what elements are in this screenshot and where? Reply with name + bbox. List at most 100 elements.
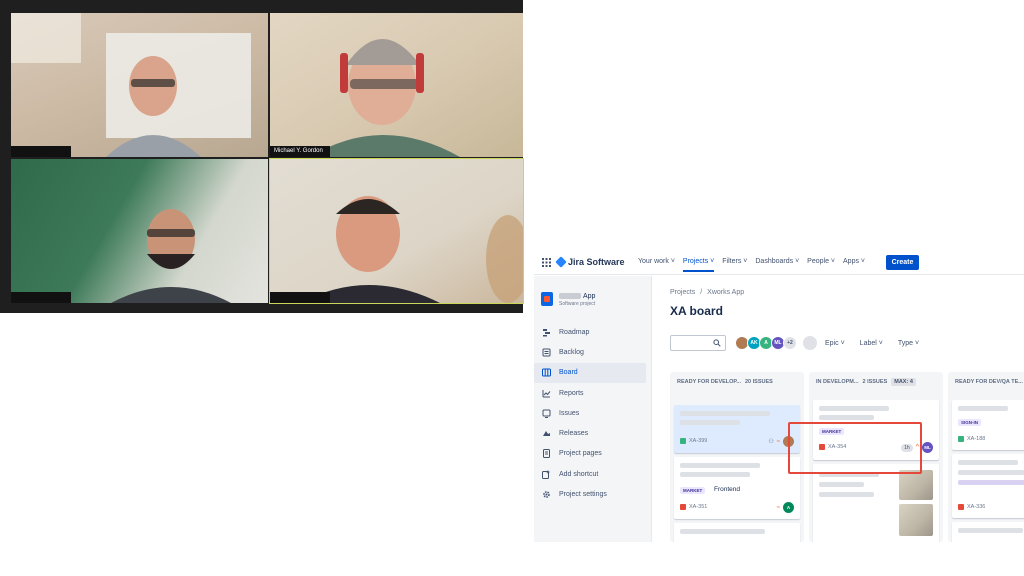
story-icon	[958, 436, 964, 442]
time-estimate-badge: 1h	[901, 443, 913, 452]
redacted-text	[958, 406, 1008, 411]
sidebar-item-board[interactable]: Board	[534, 362, 646, 383]
main-menu: Your work ˅ Projects ˅ Filters ˅ Dashboa…	[638, 258, 865, 272]
redacted-text	[680, 472, 750, 477]
nav-your-work[interactable]: Your work ˅	[638, 258, 675, 272]
issue-card[interactable]	[674, 523, 800, 542]
sidebar-item-label: Project settings	[559, 491, 607, 499]
avatar[interactable]	[783, 436, 794, 447]
label-filter[interactable]: Label ˅	[860, 340, 883, 347]
column-header: IN DEVELOPM... 2 ISSUES MAX: 4	[809, 372, 943, 392]
avatar[interactable]: A	[783, 502, 794, 513]
redacted-text	[559, 293, 581, 300]
sidebar-item-project-settings[interactable]: Project settings	[534, 484, 652, 504]
epic-filter[interactable]: Epic ˅	[825, 340, 845, 347]
breadcrumb: Projects / Xworks App	[670, 289, 744, 296]
participant-tile-1[interactable]	[11, 13, 268, 157]
board-icon	[542, 368, 551, 377]
issue-key: XA-351	[689, 504, 708, 510]
sidebar-nav: Roadmap Backlog Board Reports Issues Rel…	[534, 322, 652, 505]
project-avatar	[541, 292, 553, 306]
participant-tile-3[interactable]	[11, 159, 268, 303]
sidebar-item-releases[interactable]: Releases	[534, 423, 652, 443]
board-main: Projects / Xworks App XA board AK A ML +…	[652, 276, 1024, 542]
issue-label: SIGN-IN	[958, 419, 982, 426]
issue-key: XA-336	[967, 504, 986, 510]
nav-filters[interactable]: Filters ˅	[722, 258, 747, 272]
participant-name-4	[270, 292, 330, 303]
board-column-in-development: IN DEVELOPM... 2 ISSUES MAX: 4 MARKET XA…	[809, 372, 943, 542]
bug-icon	[819, 444, 825, 450]
column-header: READY FOR DEV/QA TE...	[955, 379, 1023, 385]
app-switcher-icon[interactable]	[542, 258, 551, 267]
create-button[interactable]: Create	[886, 255, 919, 270]
redacted-text	[819, 472, 879, 477]
issue-key: XA-399	[689, 438, 708, 444]
sidebar-item-label: Add shortcut	[559, 470, 599, 478]
jira-window: Jira Software Your work ˅ Projects ˅ Fil…	[534, 250, 1024, 542]
page: Michael Y. Gordon Jira Software Your wor…	[0, 0, 1024, 576]
redacted-text	[958, 480, 1024, 485]
issue-card[interactable]	[952, 522, 1024, 542]
roadmap-icon	[543, 328, 550, 337]
issue-card[interactable]: XA-399 ⚇ ≈	[674, 405, 800, 453]
issue-key: XA-354	[828, 444, 847, 450]
sidebar-item-roadmap[interactable]: Roadmap	[534, 322, 652, 342]
sidebar-item-label: Roadmap	[559, 328, 590, 336]
column-header: READY FOR DEVELOP... 20 ISSUES	[677, 379, 773, 385]
sidebar-item-label: Issues	[559, 409, 580, 417]
wip-limit-badge: MAX: 4	[891, 378, 916, 386]
issue-card[interactable]: MARKET XA-354 1h ^ ML	[813, 400, 939, 460]
sidebar-item-backlog[interactable]: Backlog	[534, 342, 652, 362]
bug-icon	[958, 504, 964, 510]
priority-high-icon: ^	[915, 444, 919, 451]
nav-people[interactable]: People ˅	[807, 258, 835, 272]
issue-card[interactable]: XA-336	[952, 454, 1024, 518]
participant-tile-4-active-speaker[interactable]	[269, 158, 524, 304]
avatar-more[interactable]: +2	[783, 336, 797, 350]
issue-epic: Frontend	[714, 486, 741, 493]
bug-icon	[680, 504, 686, 510]
nav-projects[interactable]: Projects ˅	[682, 258, 715, 272]
subtask-icon: ⚇	[768, 439, 774, 445]
participant-video-4	[300, 196, 523, 303]
nav-apps[interactable]: Apps ˅	[843, 258, 865, 272]
participant-video-3	[111, 209, 231, 303]
backlog-icon	[542, 348, 551, 357]
redacted-text	[680, 463, 760, 468]
app-name: Jira Software	[568, 257, 625, 267]
card-cover-image	[899, 504, 933, 536]
gear-icon	[543, 491, 550, 498]
jira-logo[interactable]: Jira Software	[555, 256, 625, 268]
board-column-ready-for-development: READY FOR DEVELOP... 20 ISSUES XA-399 ⚇ …	[670, 372, 804, 542]
story-icon	[680, 438, 686, 444]
sidebar-item-project-pages[interactable]: Project pages	[534, 444, 652, 464]
project-pages-icon	[543, 449, 550, 459]
participant-tile-2[interactable]: Michael Y. Gordon	[270, 13, 523, 157]
sidebar-item-label: Reports	[559, 389, 584, 397]
issue-card[interactable]: SIGN-IN XA-188	[952, 400, 1024, 450]
card-cover-image	[899, 470, 933, 500]
project-type: Software project	[559, 301, 596, 307]
avatar[interactable]: ML	[922, 442, 933, 453]
sidebar-item-label: Backlog	[559, 348, 584, 356]
redacted-text	[958, 470, 1024, 475]
sidebar-item-label: Board	[559, 369, 578, 377]
sidebar-item-issues[interactable]: Issues	[534, 403, 652, 423]
type-filter[interactable]: Type ˅	[898, 340, 919, 347]
issue-card[interactable]	[813, 464, 939, 542]
breadcrumb-project[interactable]: Xworks App	[707, 289, 744, 296]
sidebar-item-add-shortcut[interactable]: Add shortcut	[534, 464, 652, 484]
sidebar-item-reports[interactable]: Reports	[534, 383, 652, 403]
issue-card[interactable]: MARKET Frontend XA-351 ≈ A	[674, 457, 800, 519]
sidebar-item-label: Releases	[559, 430, 589, 438]
search-input[interactable]	[670, 335, 726, 351]
add-people-icon[interactable]	[803, 336, 817, 350]
project-name: App	[583, 293, 596, 300]
priority-icon: ≈	[776, 504, 780, 511]
breadcrumb-projects[interactable]: Projects	[670, 289, 695, 296]
project-header[interactable]: App Software project	[541, 292, 595, 307]
redacted-text	[819, 406, 889, 411]
priority-icon: ≈	[776, 438, 780, 445]
nav-dashboards[interactable]: Dashboards ˅	[755, 258, 799, 272]
